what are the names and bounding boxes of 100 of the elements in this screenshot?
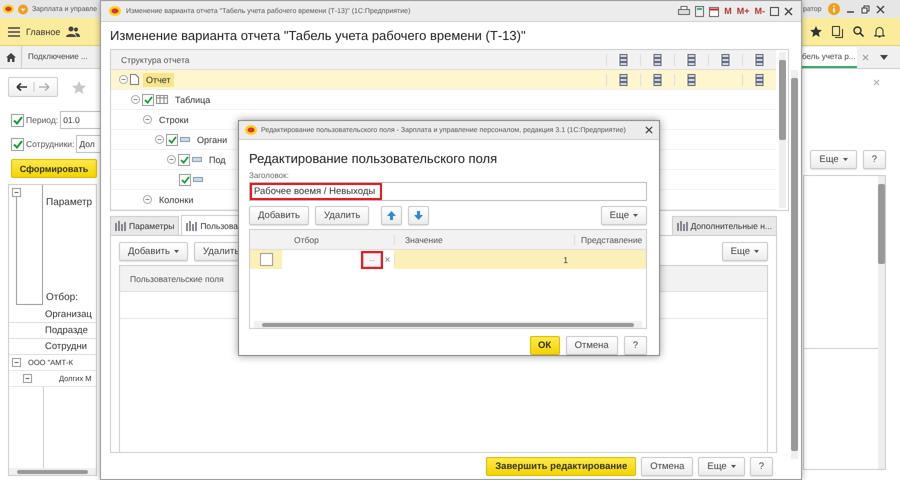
star-icon[interactable] <box>72 80 86 94</box>
logo-icon <box>109 6 121 16</box>
tab[interactable]: Параметры <box>110 216 180 235</box>
column-header: Пользовательские поля <box>130 274 224 284</box>
memory-button[interactable]: M- <box>754 6 765 16</box>
column-header: Значение <box>394 234 574 244</box>
dialog-heading: Редактирование пользовательского поля <box>249 150 498 166</box>
move-down-button[interactable] <box>408 206 430 225</box>
scrollbar[interactable] <box>9 468 96 475</box>
collapse-icon[interactable] <box>119 75 128 84</box>
tab[interactable]: Дополнительные н... <box>672 216 777 235</box>
more-button[interactable]: Еще <box>600 206 647 225</box>
tree-label: Строки <box>158 114 190 126</box>
bar-chart-icon <box>186 220 198 230</box>
close-icon[interactable] <box>784 6 793 16</box>
table-icon <box>156 95 168 104</box>
finish-editing-button[interactable]: Завершить редактирование <box>486 456 636 476</box>
printer-icon[interactable] <box>678 6 690 16</box>
report-line: Организац <box>9 307 96 323</box>
scrollbar[interactable] <box>791 70 798 459</box>
column-header: Структура отчета <box>121 54 191 64</box>
memory-button[interactable]: M <box>724 6 732 16</box>
checkbox[interactable] <box>166 134 178 146</box>
bar-chart-icon <box>676 221 688 231</box>
checkbox[interactable] <box>11 114 24 126</box>
tree-label: Органи <box>196 134 228 146</box>
bar-chart-icon <box>115 221 126 231</box>
caret-icon <box>754 250 759 253</box>
report-line: Сотрудни <box>9 339 96 355</box>
search-icon[interactable] <box>853 26 864 37</box>
collapse-icon[interactable] <box>131 95 140 104</box>
ok-button[interactable]: ОК <box>530 336 560 355</box>
collapse-icon[interactable] <box>143 195 152 204</box>
checkbox[interactable] <box>260 253 272 266</box>
tree-row[interactable]: Таблица <box>111 90 776 110</box>
more-button[interactable]: Еще <box>722 242 768 261</box>
tree-row[interactable]: Отчет <box>111 70 776 90</box>
cancel-button[interactable]: Отмена <box>641 456 694 476</box>
field-icon <box>193 177 203 182</box>
open-tab[interactable]: бель учета р... <box>800 46 858 68</box>
memory-button[interactable]: M+ <box>736 6 750 16</box>
generate-button[interactable]: Сформировать <box>11 159 97 178</box>
close-icon[interactable] <box>645 126 653 134</box>
tree-label: Колонки <box>158 194 194 206</box>
documents-icon[interactable] <box>832 26 843 38</box>
caret-icon <box>842 158 848 161</box>
scrollbar[interactable] <box>779 52 786 208</box>
section-link[interactable]: Главное <box>26 26 60 36</box>
help-button[interactable]: ? <box>624 336 647 355</box>
tree-label: Таблица <box>174 94 212 106</box>
close-icon[interactable] <box>876 4 885 14</box>
logo-icon <box>245 125 257 135</box>
menu-icon[interactable] <box>8 26 20 36</box>
report-heading: Параметр <box>46 197 92 208</box>
calendar-icon[interactable] <box>709 6 720 16</box>
delete-button[interactable]: Удалить <box>315 206 370 225</box>
checkbox[interactable] <box>11 138 24 150</box>
arrow-up-icon <box>387 211 396 220</box>
add-button[interactable]: Добавить <box>249 206 309 225</box>
scrollbar[interactable] <box>878 176 885 469</box>
checkbox[interactable] <box>179 174 191 186</box>
column-header: Представление <box>574 234 646 244</box>
people-icon[interactable] <box>66 26 80 37</box>
maximize-icon[interactable] <box>770 6 779 16</box>
checkbox[interactable] <box>142 94 154 106</box>
collapse-icon[interactable] <box>155 135 164 144</box>
collapse-icon[interactable] <box>167 155 176 164</box>
more-button[interactable]: Еще <box>810 150 857 169</box>
help-button[interactable]: ? <box>750 456 773 476</box>
collapse-icon[interactable] <box>143 115 152 124</box>
move-up-button[interactable] <box>381 206 402 225</box>
caret-icon <box>174 250 179 253</box>
caret-icon <box>633 214 638 217</box>
collapse-icon[interactable] <box>23 374 33 384</box>
window-heading: Изменение варианта отчета "Табель учета рабочего времени (Т-13)" <box>110 27 527 45</box>
highlight-frame: Рабочее воемя / Невыходы <box>250 183 382 200</box>
cancel-button[interactable]: Отмена <box>566 336 618 355</box>
filter-label: Период: <box>26 115 58 125</box>
add-button[interactable]: Добавить <box>119 242 188 261</box>
home-icon <box>6 52 16 62</box>
tree-label: Отчет <box>143 72 174 86</box>
input-field[interactable]: Рабочее воемя / Невыходы <box>249 182 647 201</box>
clear-icon[interactable] <box>385 257 390 262</box>
scrollbar[interactable] <box>254 321 642 328</box>
collapse-icon[interactable] <box>12 358 22 368</box>
table-cell: 1 <box>394 254 574 264</box>
bell-icon[interactable] <box>874 26 885 38</box>
more-button[interactable]: Еще <box>698 456 745 476</box>
back-forward-buttons[interactable] <box>8 77 58 97</box>
help-button[interactable]: ? <box>862 150 886 169</box>
document-icon <box>130 74 139 85</box>
caret-icon[interactable] <box>880 54 888 60</box>
restore-icon[interactable] <box>860 4 870 14</box>
collapse-icon[interactable] <box>9 185 43 305</box>
caret-icon <box>730 464 736 468</box>
checkbox[interactable] <box>178 154 190 166</box>
star-icon[interactable] <box>810 26 822 37</box>
field-icon <box>192 157 202 162</box>
calculator-icon[interactable] <box>695 6 704 16</box>
logo-icon <box>3 4 14 14</box>
